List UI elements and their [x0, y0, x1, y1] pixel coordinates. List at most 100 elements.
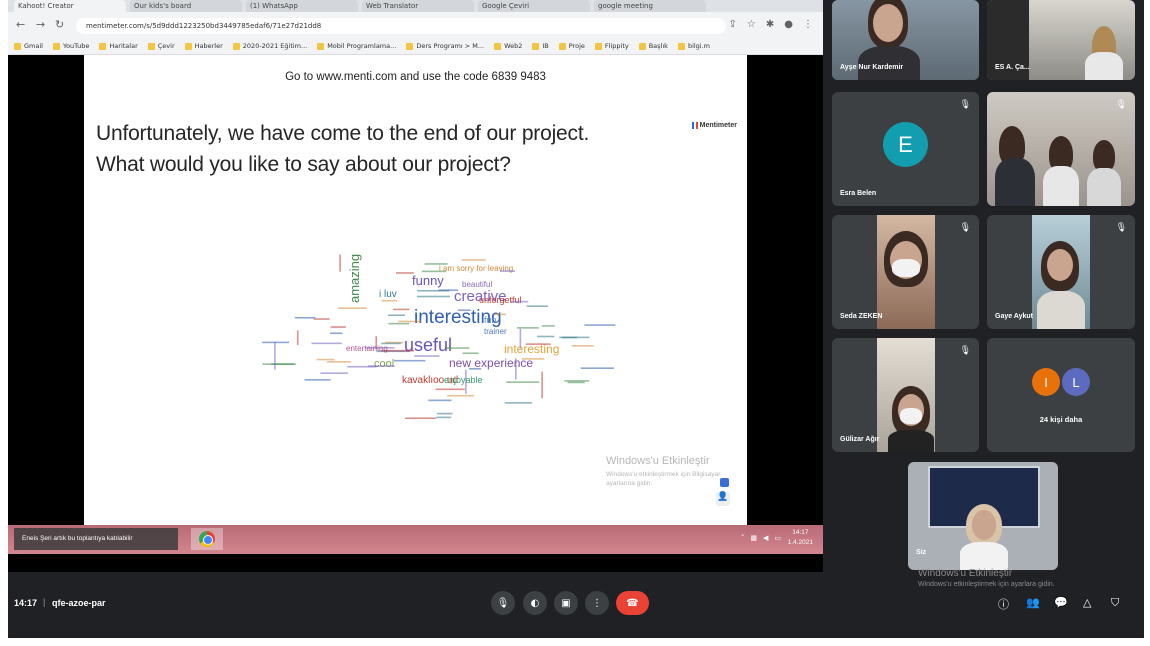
chevron-up-icon[interactable]: ˄ [741, 534, 745, 542]
word-cloud-small-word [457, 309, 471, 311]
bookmark-item[interactable]: Başlık [638, 42, 668, 50]
participant-avatar: E [883, 122, 928, 167]
browser-tab[interactable]: Kahoot! Creator [14, 0, 126, 12]
bookmark-item[interactable]: Ders Programı > M... [406, 42, 484, 50]
word-cloud-small-word [525, 343, 551, 345]
address-bar[interactable]: mentimeter.com/s/5d9ddd1223250bd3449785e… [76, 18, 726, 34]
back-arrow-icon[interactable]: ← [16, 18, 25, 31]
body-shape [960, 542, 1008, 570]
browser-tab[interactable]: Our kids's board [130, 0, 242, 12]
profile-icon[interactable]: ● [784, 19, 793, 30]
bookmark-label: YouTube [62, 42, 90, 50]
info-icon[interactable]: ⓘ [998, 596, 1009, 612]
more-options-button[interactable]: ⋮ [585, 591, 609, 615]
leave-call-button[interactable]: ☎ [616, 591, 649, 615]
extensions-icon[interactable]: ✱ [766, 19, 774, 30]
word-cloud-small-word [519, 328, 522, 349]
menu-dots-icon[interactable]: ⋮ [803, 19, 813, 30]
bookmark-item[interactable]: Web2 [494, 42, 522, 50]
bookmark-item[interactable]: Proje [558, 42, 585, 50]
browser-tab[interactable]: (1) WhatsApp [246, 0, 358, 12]
word-cloud-small-word [395, 272, 414, 274]
forward-arrow-icon[interactable]: → [36, 18, 45, 31]
participant-tile[interactable]: 🎙 [987, 92, 1135, 206]
time-separator: | [43, 597, 46, 607]
bookmark-item[interactable]: Haberler [184, 42, 223, 50]
people-icon[interactable]: 👥 [1026, 596, 1040, 609]
word-cloud-word: enjoyable [444, 375, 483, 385]
bookmark-item[interactable]: Haritalar [99, 42, 138, 50]
participant-tile[interactable]: 🎙 Gülizar Ağır [832, 338, 979, 452]
bookmark-item[interactable]: YouTube [52, 42, 90, 50]
body-shape [1087, 168, 1121, 206]
word-cloud-small-word [398, 320, 422, 323]
camera-button[interactable]: ◐ [523, 591, 547, 615]
star-icon[interactable]: ☆ [747, 19, 756, 30]
participant-tile[interactable]: E 🎙 Esra Belen [832, 92, 979, 206]
activation-title: Windows'u Etkinleştir [918, 568, 1013, 579]
participant-tile[interactable]: 🎙 Gaye Aykut [987, 215, 1135, 329]
bookmark-item[interactable]: Çevir [147, 42, 175, 50]
word-cloud-small-word [580, 367, 614, 369]
bookmark-item[interactable]: 2020-2021 Eğitim... [232, 42, 307, 50]
bookmark-icon [99, 42, 107, 50]
chat-icon[interactable]: 💬 [1054, 596, 1068, 609]
word-cloud-small-word [506, 381, 540, 383]
body-shape [995, 158, 1035, 206]
microphone-icon: 🎙 [496, 597, 510, 609]
browser-tab[interactable]: google meeting [594, 0, 706, 12]
participant-tile-more[interactable]: I L 24 kişi daha [987, 338, 1135, 452]
meeting-code: qfe-azoe-par [52, 598, 106, 608]
taskbar-clock[interactable]: 14:17 1.4.2021 [788, 528, 813, 548]
face-shape [1047, 249, 1073, 281]
camera-icon: ◐ [530, 597, 540, 609]
participant-name: Gülizar Ağır [840, 436, 880, 443]
word-cloud-small-word [567, 381, 585, 384]
bookmark-label: Web2 [504, 42, 523, 50]
microphone-button[interactable]: 🎙 [491, 591, 515, 615]
battery-icon[interactable]: ▭ [774, 534, 781, 542]
word-cloud-small-word [493, 313, 507, 316]
participant-tile[interactable]: Ayşe Nur Kardemir [832, 0, 979, 80]
word-cloud-small-word [499, 270, 516, 272]
bookmark-icon [406, 42, 414, 50]
body-shape [888, 430, 934, 452]
browser-tab[interactable]: Web Translator [362, 0, 474, 12]
captions-button[interactable]: ▣ [554, 591, 578, 615]
bookmark-item[interactable]: bilgi.m [677, 42, 710, 50]
mic-off-icon: 🎙 [959, 223, 971, 233]
bookmark-icon [184, 42, 192, 50]
word-cloud-small-word [381, 342, 401, 345]
word-cloud-word: unforgetful [479, 295, 522, 305]
bookmark-item[interactable]: Mobil Programlama... [317, 42, 396, 50]
body-shape [858, 46, 920, 80]
network-icon[interactable]: ▦ [750, 534, 757, 542]
person-icon[interactable]: 👤 [716, 492, 730, 506]
activities-icon[interactable]: △ [1083, 596, 1091, 609]
share-icon[interactable]: ⇪ [729, 19, 737, 30]
word-cloud-small-word [313, 318, 330, 320]
bookmark-icon [232, 42, 240, 50]
participant-tile[interactable]: 🎙 Seda ZEKEN [832, 215, 979, 329]
bookmark-icon [52, 42, 60, 50]
bookmark-item[interactable]: Gmail [14, 42, 43, 50]
host-controls-icon[interactable]: ⛉ [1111, 596, 1119, 610]
word-cloud-small-word [515, 358, 517, 380]
word-cloud-word: amazing [347, 254, 362, 303]
word-cloud-small-word [542, 325, 555, 327]
participant-tile[interactable]: ES A. Ça... [987, 0, 1135, 80]
meeting-time: 14:17 [14, 598, 38, 608]
self-view-tile[interactable]: Siz [908, 462, 1058, 570]
bookmark-item[interactable]: Flippity [594, 42, 629, 50]
browser-tab[interactable]: Google Çeviri [478, 0, 590, 12]
bookmarks-bar: Gmail YouTube Haritalar Çevir Haberler 2020-2… [8, 38, 823, 55]
bookmark-item[interactable]: IB [532, 42, 549, 50]
word-cloud-small-word [274, 341, 276, 370]
face-mask [892, 259, 920, 277]
chrome-taskbar-button[interactable] [191, 528, 223, 550]
reload-icon[interactable]: ↻ [55, 18, 64, 31]
word-cloud-word: beautiful [462, 280, 492, 289]
word-cloud-small-word [394, 359, 426, 362]
volume-icon[interactable]: ◀ [763, 534, 768, 542]
join-notification[interactable]: Eneis Şeri artık bu toplantıya katılabil… [14, 528, 178, 550]
